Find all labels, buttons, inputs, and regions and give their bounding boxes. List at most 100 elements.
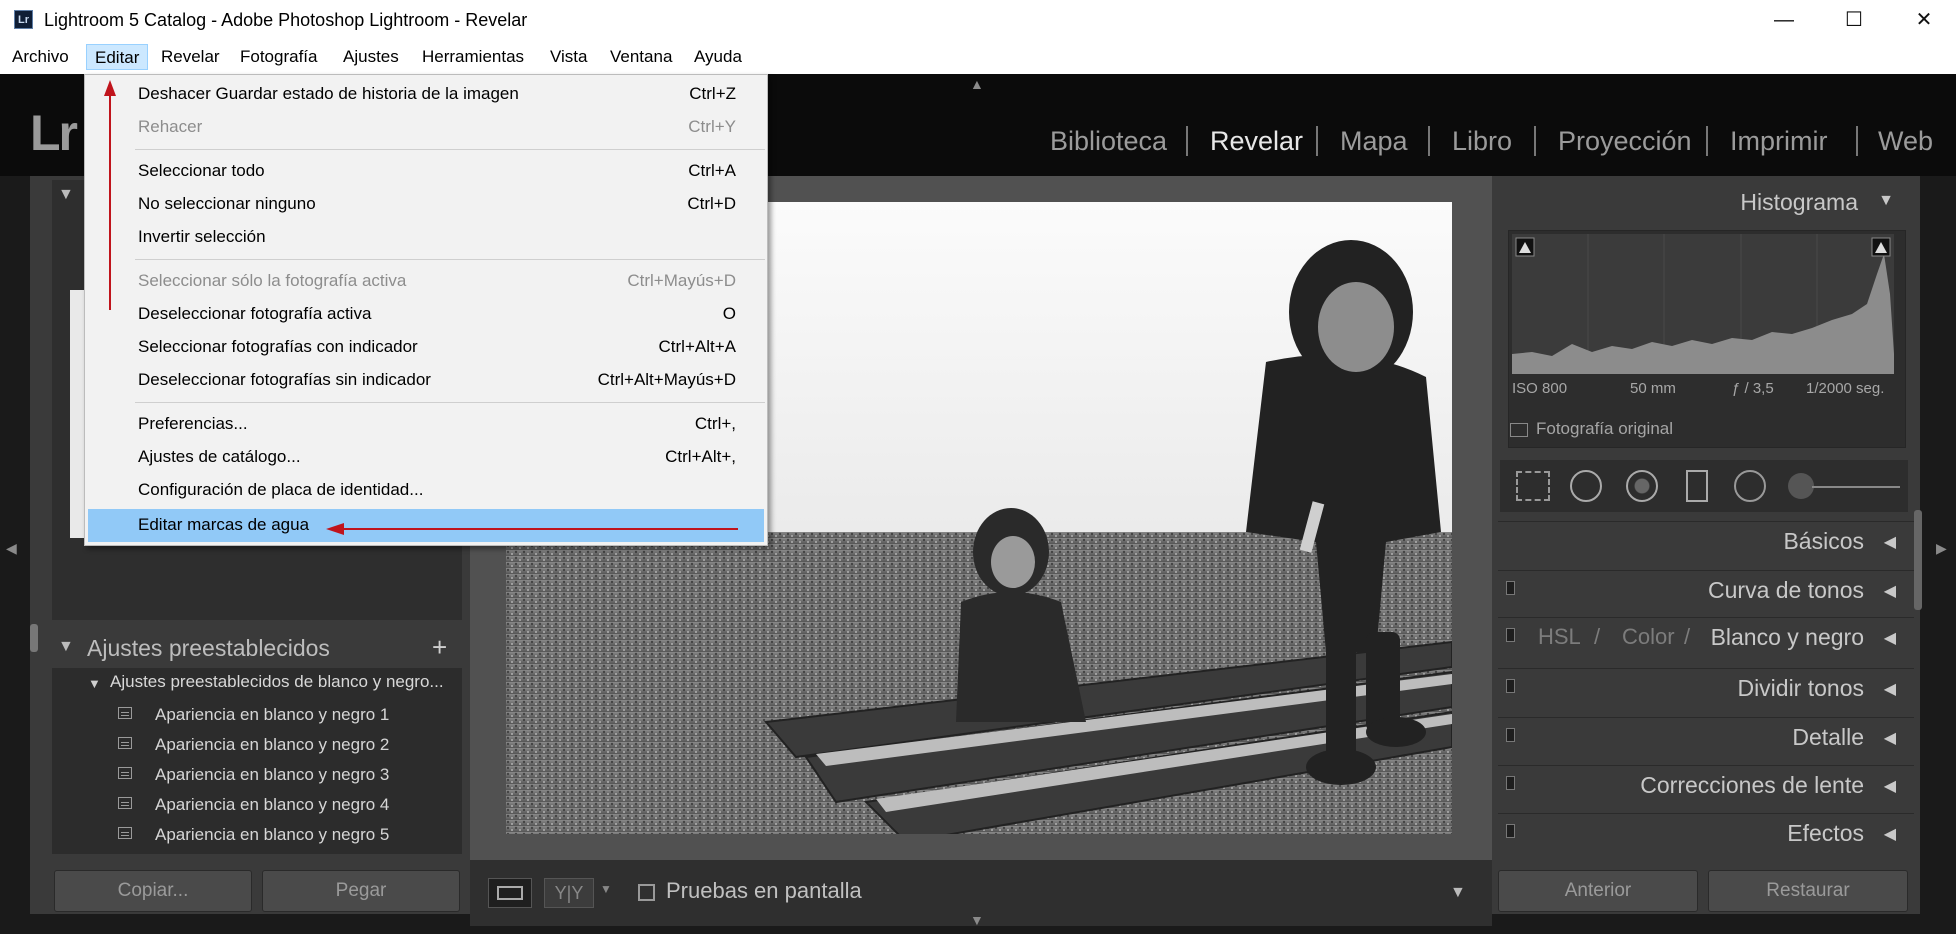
histogram-graph[interactable] [1512, 234, 1894, 374]
menu-item-preferencias[interactable]: Preferencias... Ctrl+, [88, 408, 764, 441]
maximize-button[interactable]: ☐ [1820, 0, 1888, 40]
section-efectos[interactable]: Efectos ◀ [1498, 813, 1914, 852]
presets-collapse-icon[interactable]: ▼ [58, 638, 74, 656]
panel-toggle[interactable] [1506, 581, 1515, 595]
menu-item-invertir[interactable]: Invertir selección [88, 221, 764, 254]
module-divider [1316, 126, 1318, 156]
graduated-filter-icon[interactable] [1686, 470, 1708, 502]
presets-title: Ajustes preestablecidos [87, 635, 330, 661]
expand-icon: ◀ [1883, 778, 1896, 795]
folder-expand-icon[interactable]: ▼ [88, 676, 101, 691]
shutter-value: 1/2000 seg. [1806, 380, 1885, 397]
menu-item-marcas-agua[interactable]: Editar marcas de agua [88, 509, 764, 542]
brush-size-slider[interactable] [1812, 486, 1900, 488]
module-libro[interactable]: Libro [1452, 124, 1512, 158]
brush-icon[interactable] [1788, 473, 1814, 499]
module-mapa[interactable]: Mapa [1340, 124, 1408, 158]
reset-button[interactable]: Restaurar [1708, 870, 1908, 912]
proof-checkbox[interactable] [638, 884, 655, 901]
panel-toggle[interactable] [1506, 679, 1515, 693]
radial-filter-icon[interactable] [1734, 470, 1766, 502]
collapse-bottom-icon[interactable]: ▼ [970, 912, 984, 928]
menu-revelar[interactable]: Revelar [153, 44, 228, 70]
module-proyeccion[interactable]: Proyección [1558, 124, 1692, 158]
section-hsl[interactable]: HSL / Color / Blanco y negro ◀ [1498, 617, 1914, 656]
menu-separator [135, 149, 765, 150]
crop-icon[interactable] [1516, 471, 1550, 501]
preset-label: Apariencia en blanco y negro 4 [155, 795, 390, 814]
menu-item-ajustes-catalogo[interactable]: Ajustes de catálogo... Ctrl+Alt+, [88, 441, 764, 474]
right-scrollbar[interactable] [1914, 510, 1922, 610]
expand-icon: ◀ [1883, 681, 1896, 698]
module-imprimir[interactable]: Imprimir [1730, 124, 1827, 158]
module-revelar[interactable]: Revelar [1210, 124, 1303, 158]
menu-item-placa-identidad[interactable]: Configuración de placa de identidad... [88, 474, 764, 507]
before-after-dropdown-icon[interactable]: ▼ [600, 882, 612, 896]
section-label: Curva de tonos [1708, 577, 1864, 603]
loupe-view-button[interactable] [488, 878, 532, 908]
menu-item-deseleccionar-activa[interactable]: Deseleccionar fotografía activa O [88, 298, 764, 331]
preset-item[interactable]: Apariencia en blanco y negro 3 [52, 760, 462, 789]
module-divider [1706, 126, 1708, 156]
toolbar-menu-icon[interactable]: ▼ [1450, 884, 1466, 902]
menu-fotografia[interactable]: Fotografía [232, 44, 326, 70]
section-curva-tonos[interactable]: Curva de tonos ◀ [1498, 570, 1914, 609]
close-button[interactable]: ✕ [1890, 0, 1956, 40]
preset-item[interactable]: Apariencia en blanco y negro 4 [52, 790, 462, 819]
preset-item[interactable]: Apariencia en blanco y negro 5 [52, 820, 462, 849]
collapse-right-icon[interactable]: ▶ [1936, 540, 1947, 557]
menu-ayuda[interactable]: Ayuda [686, 44, 750, 70]
collapse-top-icon[interactable]: ▲ [970, 76, 984, 92]
expand-icon: ◀ [1883, 730, 1896, 747]
panel-toggle[interactable] [1506, 628, 1515, 642]
section-basicos[interactable]: Básicos ◀ [1498, 521, 1914, 560]
spot-removal-icon[interactable] [1570, 470, 1602, 502]
panel-toggle[interactable] [1506, 824, 1515, 838]
before-after-button[interactable]: Y|Y [544, 878, 594, 908]
tab-hsl[interactable]: HSL [1538, 624, 1581, 650]
histogram-collapse-icon[interactable]: ▼ [1878, 192, 1894, 210]
module-divider [1428, 126, 1430, 156]
menu-herramientas[interactable]: Herramientas [414, 44, 532, 70]
minimize-button[interactable]: — [1750, 0, 1818, 40]
proof-label: Pruebas en pantalla [666, 878, 862, 903]
menu-vista[interactable]: Vista [542, 44, 596, 70]
menu-item-deshacer[interactable]: Deshacer Guardar estado de historia de l… [88, 78, 764, 111]
section-label: Efectos [1787, 820, 1864, 846]
menu-ajustes[interactable]: Ajustes [335, 44, 407, 70]
menu-item-rehacer: Rehacer Ctrl+Y [88, 111, 764, 144]
menu-ventana[interactable]: Ventana [602, 44, 680, 70]
red-eye-icon[interactable] [1626, 470, 1658, 502]
panel-toggle[interactable] [1506, 728, 1515, 742]
previous-button[interactable]: Anterior [1498, 870, 1698, 912]
tab-color[interactable]: Color [1622, 624, 1675, 650]
section-correcciones-lente[interactable]: Correcciones de lente ◀ [1498, 765, 1914, 804]
paste-button[interactable]: Pegar [262, 870, 460, 912]
preset-item[interactable]: Apariencia en blanco y negro 2 [52, 730, 462, 759]
collapse-left-icon[interactable]: ◀ [6, 540, 17, 557]
expand-icon: ◀ [1883, 583, 1896, 600]
menu-item-seleccionar-todo[interactable]: Seleccionar todo Ctrl+A [88, 155, 764, 188]
menu-item-con-indicador[interactable]: Seleccionar fotografías con indicador Ct… [88, 331, 764, 364]
loupe-icon [497, 886, 523, 900]
preset-item[interactable]: Apariencia en blanco y negro 1 [52, 700, 462, 729]
copy-button[interactable]: Copiar... [54, 870, 252, 912]
menu-item-no-seleccionar[interactable]: No seleccionar ninguno Ctrl+D [88, 188, 764, 221]
navigator-collapse-icon[interactable]: ▼ [58, 186, 74, 204]
histogram-header[interactable]: Histograma ▼ [1500, 184, 1910, 220]
module-web[interactable]: Web [1878, 124, 1933, 158]
presets-header[interactable]: ▼ Ajustes preestablecidos + [52, 630, 462, 666]
add-preset-icon[interactable]: + [432, 632, 447, 663]
section-detalle[interactable]: Detalle ◀ [1498, 717, 1914, 756]
module-biblioteca[interactable]: Biblioteca [1050, 124, 1167, 158]
preset-folder[interactable]: Ajustes preestablecidos de blanco y negr… [110, 672, 444, 692]
left-scrollbar[interactable] [30, 624, 38, 652]
tab-blanco-negro[interactable]: Blanco y negro [1711, 624, 1864, 651]
panel-toggle[interactable] [1506, 776, 1515, 790]
section-dividir-tonos[interactable]: Dividir tonos ◀ [1498, 668, 1914, 707]
menu-item-sin-indicador[interactable]: Deseleccionar fotografías sin indicador … [88, 364, 764, 397]
menu-item-label: Deshacer Guardar estado de historia de l… [138, 84, 519, 103]
menu-archivo[interactable]: Archivo [4, 44, 77, 70]
menu-editar[interactable]: Editar [86, 44, 149, 70]
original-checkbox[interactable] [1510, 423, 1528, 437]
